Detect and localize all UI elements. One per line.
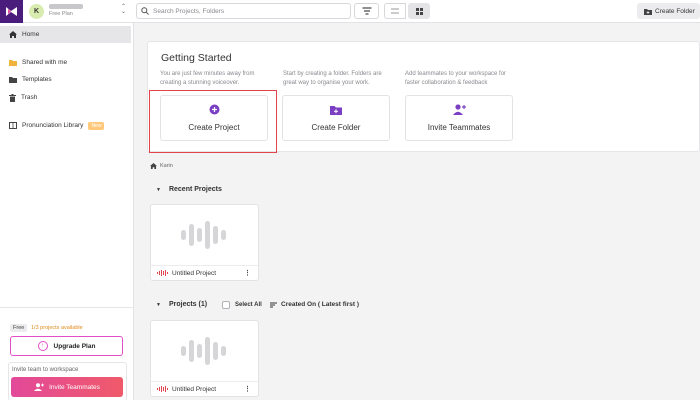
grid-view-button[interactable] — [408, 3, 430, 19]
highlight-frame — [149, 90, 277, 153]
sort-label: Created On ( Latest first ) — [281, 301, 360, 308]
workspace-name-redacted — [49, 4, 83, 9]
sidebar-item-label: Home — [22, 31, 40, 38]
project-name: Untitled Project — [172, 269, 217, 277]
project-card[interactable]: Untitled Project ⋮ — [150, 320, 259, 397]
projects-available-text: 1/3 projects available — [31, 325, 83, 331]
sidebar-plan-section: Free 1/3 projects available ↑ Upgrade Pl… — [0, 307, 134, 400]
invite-teammates-label: Invite Teammates — [427, 123, 491, 132]
projects-title: Projects (1) — [168, 301, 208, 308]
project-card[interactable]: Untitled Project ⋮ — [150, 204, 259, 281]
sidebar-item-label: Templates — [22, 76, 52, 83]
waveform-icon — [180, 337, 226, 365]
audio-wave-icon — [157, 386, 168, 392]
list-view-button[interactable] — [384, 3, 406, 19]
upgrade-plan-button[interactable]: ↑ Upgrade Plan — [10, 336, 123, 356]
step-description: Start by creating a folder. Folders are … — [283, 71, 382, 86]
app-logo[interactable] — [0, 0, 23, 23]
audio-wave-icon — [157, 270, 168, 276]
sort-dropdown[interactable]: Created On ( Latest first ) — [270, 301, 359, 308]
folder-plus-icon — [644, 8, 652, 15]
sidebar: Home Shared with me Templates Trash Pron… — [0, 23, 134, 400]
breadcrumb-label: Karin — [160, 163, 173, 169]
filter-icon — [362, 7, 371, 15]
create-folder-card[interactable]: Create Folder — [282, 95, 390, 141]
plan-tag: Free — [10, 324, 28, 332]
workspace-plan: Free Plan — [49, 11, 73, 17]
project-thumbnail — [151, 205, 258, 265]
more-options-icon[interactable]: ⋮ — [244, 269, 251, 277]
more-options-icon[interactable]: ⋮ — [244, 385, 251, 393]
chevron-updown-icon: ⌃ ⌄ — [120, 4, 126, 15]
project-name: Untitled Project — [172, 385, 217, 393]
home-icon — [150, 163, 157, 169]
search-icon — [141, 7, 149, 15]
book-icon — [9, 122, 17, 129]
arrow-up-icon: ↑ — [37, 341, 48, 351]
filter-button[interactable] — [354, 3, 379, 19]
user-plus-icon — [452, 104, 466, 115]
folder-plus-icon — [330, 105, 342, 115]
search-box[interactable] — [136, 3, 351, 19]
sort-icon — [270, 302, 277, 307]
workspace-switcher[interactable]: K Free Plan ⌃ ⌄ — [29, 2, 130, 21]
sidebar-item-templates[interactable]: Templates — [0, 71, 131, 88]
sidebar-item-label: Shared with me — [22, 59, 68, 66]
upgrade-plan-label: Upgrade Plan — [53, 342, 96, 350]
project-thumbnail — [151, 321, 258, 381]
top-bar: K Free Plan ⌃⌄ Create Folder — [0, 0, 700, 23]
invite-team-label: Invite team to workspace — [12, 367, 79, 373]
trash-icon — [9, 93, 16, 102]
sidebar-item-trash[interactable]: Trash — [0, 89, 131, 106]
checkbox[interactable] — [222, 301, 230, 309]
grid-icon — [415, 7, 423, 15]
select-all-checkbox[interactable]: Select All — [222, 301, 262, 309]
caret-down-icon: ▼ — [156, 301, 161, 308]
user-plus-icon — [34, 383, 45, 391]
sidebar-item-shared[interactable]: Shared with me — [0, 54, 131, 71]
step-description: Add teammates to your workspace for fast… — [405, 71, 507, 86]
step-description: You are just few minutes away from creat… — [160, 71, 255, 86]
new-badge: New — [88, 121, 105, 130]
recent-projects-title: Recent Projects — [168, 186, 222, 193]
workspace-avatar: K — [29, 4, 44, 19]
breadcrumb[interactable]: Karin — [150, 163, 173, 169]
sidebar-item-label: Pronunciation Library — [22, 122, 84, 129]
project-card-footer: Untitled Project ⋮ — [151, 381, 258, 396]
search-input[interactable] — [153, 7, 343, 15]
waveform-icon — [180, 221, 226, 249]
create-folder-button[interactable]: Create Folder — [637, 3, 700, 19]
folder-icon — [9, 77, 17, 83]
create-folder-label: Create Folder — [655, 7, 695, 15]
create-folder-label: Create Folder — [311, 122, 361, 132]
projects-header[interactable]: ▼ Projects (1) — [156, 301, 207, 308]
caret-down-icon: ▼ — [156, 186, 161, 193]
sidebar-item-pronunciation-library[interactable]: Pronunciation Library New — [0, 117, 131, 134]
select-all-label: Select All — [235, 302, 262, 308]
sidebar-item-home[interactable]: Home — [0, 26, 131, 43]
invite-team-box: Invite team to workspace Invite Teammate… — [8, 362, 127, 400]
getting-started-title: Getting Started — [161, 52, 232, 64]
project-card-footer: Untitled Project ⋮ — [151, 265, 258, 280]
invite-teammates-button[interactable]: Invite Teammates — [11, 377, 123, 397]
recent-projects-header[interactable]: ▼ Recent Projects — [156, 186, 222, 193]
sidebar-item-label: Trash — [21, 94, 38, 101]
invite-teammates-card[interactable]: Invite Teammates — [405, 95, 513, 141]
shared-folder-icon — [9, 60, 17, 66]
home-icon — [9, 31, 17, 38]
list-icon — [391, 8, 399, 14]
invite-teammates-label: Invite Teammates — [49, 383, 100, 391]
